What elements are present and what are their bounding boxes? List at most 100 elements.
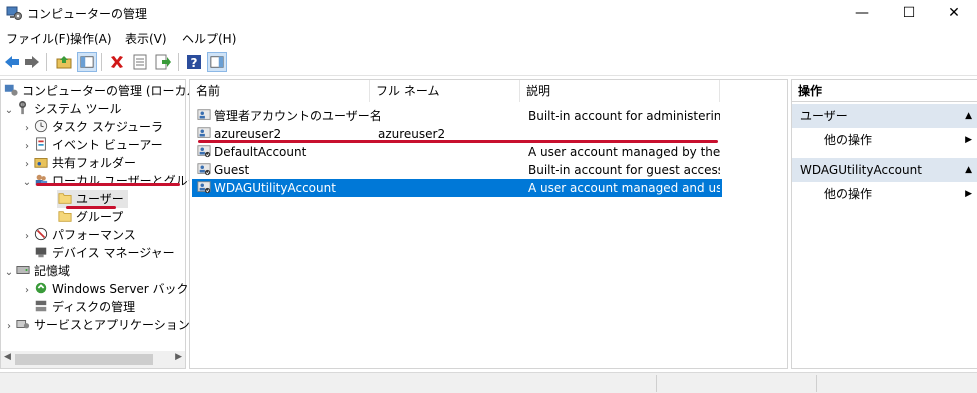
chevron-right-icon[interactable]: › <box>21 282 33 300</box>
disk-management-icon <box>35 300 47 312</box>
properties-icon[interactable] <box>130 52 150 72</box>
scroll-right-icon[interactable]: ▶ <box>175 352 182 362</box>
svg-text:?: ? <box>191 56 198 70</box>
submenu-arrow-icon: ▶ <box>965 135 972 145</box>
cell-description: Built-in account for administering... <box>528 109 720 123</box>
chevron-right-icon[interactable]: › <box>21 228 33 246</box>
minimize-button[interactable]: — <box>839 0 885 26</box>
actions-section-users[interactable]: ユーザー ▲ <box>792 104 977 128</box>
disabled-user-icon <box>197 145 211 158</box>
annotation-underline <box>66 206 116 209</box>
cell-name: Guest <box>214 163 250 177</box>
tree-label-windows-server-backup: Windows Server バックア <box>52 282 201 296</box>
event-log-icon <box>36 137 46 151</box>
tree-item-windows-server-backup[interactable]: › Windows Server バックア <box>21 280 201 298</box>
menu-file[interactable]: ファイル(F) <box>6 30 70 47</box>
help-icon[interactable]: ? <box>184 52 204 72</box>
computer-management-icon <box>4 84 18 96</box>
tools-icon <box>19 101 27 115</box>
scroll-left-icon[interactable]: ◀ <box>4 352 11 362</box>
chevron-down-icon[interactable]: ⌄ <box>21 174 33 192</box>
tree-label-storage: 記憶域 <box>34 264 71 278</box>
column-header-description[interactable]: 説明 <box>520 80 720 102</box>
collapse-up-icon[interactable]: ▲ <box>965 158 972 182</box>
tree-item-groups[interactable]: グループ <box>57 208 123 226</box>
menu-view[interactable]: 表示(V) <box>125 30 167 47</box>
show-hide-tree-icon[interactable] <box>77 52 97 72</box>
column-header-full-name[interactable]: フル ネーム <box>370 80 520 102</box>
window-title: コンピューターの管理 <box>27 7 148 21</box>
action-label: 他の操作 <box>824 187 873 201</box>
disabled-user-icon <box>197 181 211 194</box>
tree-item-shared-folders[interactable]: › 共有フォルダー <box>21 154 136 172</box>
tree-item-system-tools[interactable]: ⌄ システム ツール <box>3 100 121 118</box>
back-arrow-icon[interactable] <box>2 52 22 72</box>
user-icon <box>197 127 211 138</box>
close-button[interactable]: ✕ <box>931 0 977 26</box>
table-row[interactable]: DefaultAccount A user account managed by… <box>192 143 722 161</box>
folder-icon <box>58 211 72 222</box>
toolbar: ? <box>0 48 977 76</box>
actions-section-label: WDAGUtilityAccount <box>800 163 922 177</box>
backup-icon <box>35 282 47 294</box>
column-header-name[interactable]: 名前 <box>190 80 370 102</box>
tree-label-system-tools: システム ツール <box>34 102 122 116</box>
scrollbar-thumb[interactable] <box>15 354 153 365</box>
action-more-actions[interactable]: 他の操作 ▶ <box>792 183 977 205</box>
cell-description: Built-in account for guest access t... <box>528 163 720 177</box>
submenu-arrow-icon: ▶ <box>965 189 972 199</box>
maximize-button[interactable]: ☐ <box>886 0 932 26</box>
tree-label-root: コンピューターの管理 (ローカル) <box>22 84 204 98</box>
forward-arrow-icon[interactable] <box>22 52 42 72</box>
tree-label-shared-folders: 共有フォルダー <box>52 156 137 170</box>
tree-item-services-apps[interactable]: › サービスとアプリケーション <box>3 316 190 334</box>
cell-name: 管理者アカウントのユーザー名 <box>214 109 382 123</box>
tree-item-disk-management[interactable]: ディスクの管理 <box>33 298 135 316</box>
horizontal-scrollbar[interactable]: ◀ ▶ <box>1 351 185 368</box>
tree-item-root[interactable]: コンピューターの管理 (ローカル) <box>3 82 203 100</box>
actions-section-label: ユーザー <box>800 109 848 123</box>
up-folder-icon[interactable] <box>54 52 74 72</box>
export-list-icon[interactable] <box>153 52 173 72</box>
tree-label-services-apps: サービスとアプリケーション <box>34 318 190 332</box>
shared-folder-icon <box>34 158 48 168</box>
tree-item-event-viewer[interactable]: › イベント ビューアー <box>21 136 163 154</box>
tree-label-performance: パフォーマンス <box>52 228 136 242</box>
tree-item-device-manager[interactable]: デバイス マネージャー <box>33 244 175 262</box>
chevron-down-icon[interactable]: ⌄ <box>3 102 15 120</box>
tree-item-storage[interactable]: ⌄ 記憶域 <box>3 262 70 280</box>
tree-label-device-manager: デバイス マネージャー <box>52 246 175 260</box>
title-bar: コンピューターの管理 — ☐ ✕ <box>0 0 977 26</box>
user-list: 名前 フル ネーム 説明 管理者アカウントのユーザー名 Built-in acc… <box>189 79 788 369</box>
tree-label-groups: グループ <box>76 210 124 224</box>
cell-description: A user account managed by the s... <box>528 145 720 159</box>
tree-label-event-viewer: イベント ビューアー <box>52 138 163 152</box>
cell-name: DefaultAccount <box>214 145 307 159</box>
actions-section-selected-user[interactable]: WDAGUtilityAccount ▲ <box>792 158 977 182</box>
actions-pane: 操作 ユーザー ▲ 他の操作 ▶ WDAGUtilityAccount ▲ 他の… <box>791 79 977 369</box>
tree-label-users: ユーザー <box>76 192 124 206</box>
table-row[interactable]: 管理者アカウントのユーザー名 Built-in account for admi… <box>192 107 722 125</box>
table-row[interactable]: Guest Built-in account for guest access … <box>192 161 722 179</box>
disabled-user-icon <box>197 163 211 176</box>
chevron-right-icon[interactable]: › <box>3 318 15 336</box>
chevron-down-icon[interactable]: ⌄ <box>3 264 15 282</box>
collapse-up-icon[interactable]: ▲ <box>965 104 972 128</box>
menu-action[interactable]: 操作(A) <box>70 30 112 47</box>
menu-bar: ファイル(F) 操作(A) 表示(V) ヘルプ(H) <box>0 26 977 48</box>
delete-icon[interactable] <box>107 52 127 72</box>
tree-item-local-users-groups[interactable]: ⌄ ローカル ユーザーとグループ <box>21 172 211 190</box>
console-tree: コンピューターの管理 (ローカル) ⌄ システム ツール › タスク スケジューラ … <box>0 79 211 369</box>
computer-management-icon <box>6 6 22 20</box>
annotation-underline <box>36 183 180 186</box>
tree-label-disk-management: ディスクの管理 <box>52 300 136 314</box>
device-manager-icon <box>35 247 47 258</box>
annotation-underline <box>198 140 718 143</box>
action-more-actions[interactable]: 他の操作 ▶ <box>792 129 977 151</box>
actions-title: 操作 <box>792 80 977 102</box>
table-row-selected[interactable]: WDAGUtilityAccount A user account manage… <box>192 179 722 197</box>
tree-item-performance[interactable]: › パフォーマンス <box>21 226 136 244</box>
tree-item-task-scheduler[interactable]: › タスク スケジューラ <box>21 118 163 136</box>
show-hide-action-pane-icon[interactable] <box>207 52 227 72</box>
menu-help[interactable]: ヘルプ(H) <box>182 30 236 47</box>
